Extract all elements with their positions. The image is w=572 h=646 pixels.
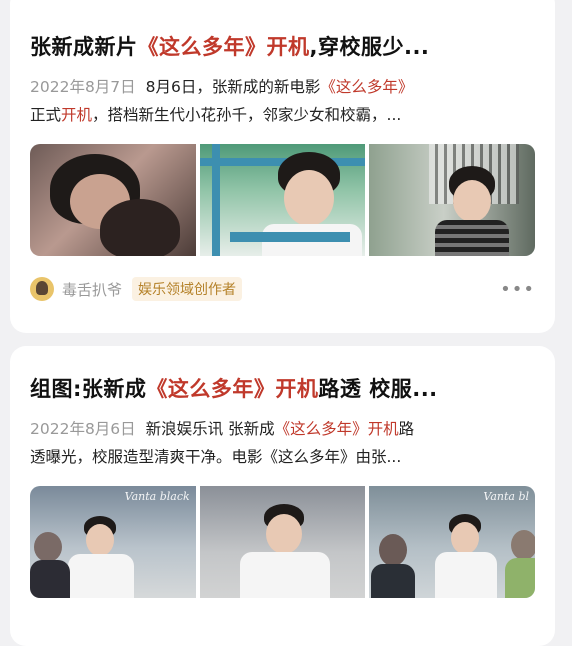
thumbnail-image[interactable] bbox=[199, 486, 366, 598]
image-strip[interactable]: Vanta black Vanta bl bbox=[30, 486, 535, 598]
search-result-card[interactable]: 组图:张新成《这么多年》开机路透 校服... 2022年8月6日 新浪娱乐讯 张新… bbox=[10, 346, 555, 646]
author-row[interactable]: 毒舌扒爷 娱乐领域创作者 ••• bbox=[30, 276, 535, 302]
result-title[interactable]: 组图:张新成《这么多年》开机路透 校服... bbox=[30, 374, 535, 404]
snippet-text: 透曝光，校服造型清爽干净。电影《这么多年》由张... bbox=[30, 448, 402, 466]
image-caption: Vanta bl bbox=[483, 490, 530, 503]
snippet-highlight: 《这么多年》 bbox=[320, 78, 414, 96]
avatar[interactable] bbox=[30, 277, 54, 301]
title-highlight: 《这么多年》开机 bbox=[137, 35, 310, 59]
result-snippet: 2022年8月6日 新浪娱乐讯 张新成《这么多年》开机路 透曝光，校服造型清爽干净… bbox=[30, 414, 535, 472]
thumbnail-image[interactable] bbox=[369, 144, 535, 256]
snippet-text: 8月6日，张新成的新电影 bbox=[145, 78, 321, 96]
author-name[interactable]: 毒舌扒爷 bbox=[62, 279, 122, 300]
result-date: 2022年8月6日 bbox=[30, 420, 136, 438]
title-text: 路透 校服... bbox=[318, 377, 438, 401]
title-text: ,穿校服少... bbox=[309, 35, 430, 59]
thumbnail-image[interactable]: Vanta black bbox=[30, 486, 196, 598]
result-date: 2022年8月7日 bbox=[30, 78, 136, 96]
snippet-text: 正式 bbox=[30, 106, 62, 124]
thumbnail-image[interactable] bbox=[30, 144, 196, 256]
title-highlight: 《这么多年》开机 bbox=[146, 377, 319, 401]
creator-badge: 娱乐领域创作者 bbox=[132, 277, 243, 301]
search-result-card[interactable]: 张新成新片《这么多年》开机,穿校服少... 2022年8月7日 8月6日，张新成的… bbox=[10, 0, 555, 333]
result-title[interactable]: 张新成新片《这么多年》开机,穿校服少... bbox=[30, 32, 535, 62]
result-snippet: 2022年8月7日 8月6日，张新成的新电影《这么多年》 正式开机，搭档新生代小花… bbox=[30, 72, 535, 130]
snippet-text: 路 bbox=[398, 420, 415, 438]
title-text: 张新成新片 bbox=[30, 35, 138, 59]
snippet-text: ，搭档新生代小花孙千，邻家少女和校霸，... bbox=[92, 106, 402, 124]
snippet-text: 新浪娱乐讯 张新成 bbox=[145, 420, 275, 438]
image-strip[interactable] bbox=[30, 144, 535, 256]
image-caption: Vanta black bbox=[124, 490, 190, 503]
snippet-highlight: 《这么多年》开机 bbox=[274, 420, 399, 438]
title-text: 组图:张新成 bbox=[30, 377, 147, 401]
more-options-icon[interactable]: ••• bbox=[500, 279, 535, 300]
thumbnail-image[interactable] bbox=[199, 144, 366, 256]
thumbnail-image[interactable]: Vanta bl bbox=[369, 486, 535, 598]
snippet-highlight: 开机 bbox=[61, 106, 93, 124]
